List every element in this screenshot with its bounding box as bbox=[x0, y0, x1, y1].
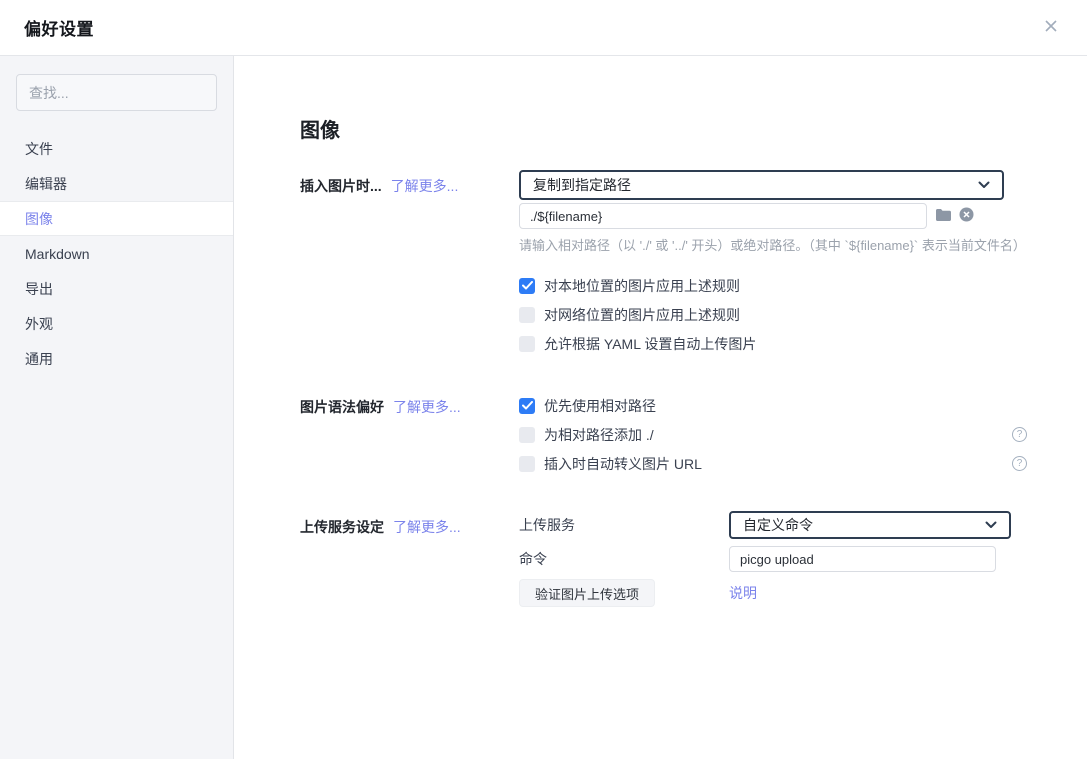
folder-icon bbox=[935, 208, 952, 225]
upload-service-label: 上传服务设定 bbox=[300, 519, 384, 535]
image-settings-panel: 图像 插入图片时... 了解更多... 复制到指定路径 bbox=[234, 56, 1087, 759]
insert-image-label: 插入图片时... bbox=[300, 178, 382, 194]
apply-network-images-checkbox[interactable] bbox=[519, 307, 535, 323]
command-input[interactable] bbox=[729, 546, 996, 572]
sidebar: 文件 编辑器 图像 Markdown 导出 外观 通用 bbox=[0, 56, 234, 759]
add-dot-slash-checkbox[interactable] bbox=[519, 427, 535, 443]
sidebar-item-file[interactable]: 文件 bbox=[0, 131, 233, 166]
chevron-down-icon bbox=[985, 521, 997, 529]
insert-mode-value: 复制到指定路径 bbox=[533, 175, 631, 195]
clear-path-button[interactable] bbox=[959, 207, 974, 225]
insert-image-section: 插入图片时... 了解更多... 复制到指定路径 bbox=[300, 170, 1087, 352]
yaml-auto-upload-row[interactable]: 允许根据 YAML 设置自动上传图片 bbox=[519, 335, 1027, 352]
sidebar-item-markdown[interactable]: Markdown bbox=[0, 236, 233, 271]
apply-local-images-row[interactable]: 对本地位置的图片应用上述规则 bbox=[519, 277, 1027, 294]
add-dot-slash-label: 为相对路径添加 ./ bbox=[544, 425, 654, 445]
insert-mode-select[interactable]: 复制到指定路径 bbox=[519, 170, 1004, 200]
upload-service-value: 自定义命令 bbox=[743, 515, 813, 535]
close-button[interactable] bbox=[1039, 16, 1063, 40]
upload-service-label-group: 上传服务设定了解更多... bbox=[300, 511, 519, 607]
copy-path-input[interactable] bbox=[519, 203, 927, 229]
insert-learn-more-link[interactable]: 了解更多... bbox=[391, 178, 459, 194]
insert-image-label-group: 插入图片时... 了解更多... bbox=[300, 170, 519, 352]
prefer-relative-path-label: 优先使用相对路径 bbox=[544, 396, 656, 416]
prefer-relative-path-checkbox[interactable] bbox=[519, 398, 535, 414]
validate-upload-button[interactable]: 验证图片上传选项 bbox=[519, 579, 655, 607]
image-syntax-label-group: 图片语法偏好了解更多... bbox=[300, 397, 519, 472]
browse-folder-button[interactable] bbox=[935, 208, 952, 225]
apply-local-images-checkbox[interactable] bbox=[519, 278, 535, 294]
yaml-auto-upload-checkbox[interactable] bbox=[519, 336, 535, 352]
sidebar-item-general[interactable]: 通用 bbox=[0, 341, 233, 376]
search-input[interactable] bbox=[16, 74, 217, 111]
command-field-label: 命令 bbox=[519, 549, 729, 569]
window-title: 偏好设置 bbox=[24, 15, 94, 40]
close-icon bbox=[1042, 17, 1060, 38]
preferences-window: 偏好设置 文件 编辑器 图像 Markdown 导出 外观 通用 图像 插入图片… bbox=[0, 0, 1087, 760]
upload-doc-link[interactable]: 说明 bbox=[729, 583, 757, 603]
path-hint-text: 请输入相对路径（以 './' 或 '../' 开头）或绝对路径。（其中 `${f… bbox=[519, 237, 1087, 255]
escape-url-checkbox[interactable] bbox=[519, 456, 535, 472]
image-syntax-label: 图片语法偏好 bbox=[300, 399, 384, 415]
help-icon[interactable]: ? bbox=[1012, 427, 1027, 442]
prefer-relative-path-row[interactable]: 优先使用相对路径 bbox=[519, 397, 1027, 414]
upload-learn-more-link[interactable]: 了解更多... bbox=[393, 519, 461, 535]
apply-network-images-label: 对网络位置的图片应用上述规则 bbox=[544, 305, 740, 325]
clear-icon bbox=[959, 207, 974, 225]
upload-service-select[interactable]: 自定义命令 bbox=[729, 511, 1011, 539]
upload-service-field-label: 上传服务 bbox=[519, 515, 729, 535]
apply-network-images-row[interactable]: 对网络位置的图片应用上述规则 bbox=[519, 306, 1027, 323]
syntax-learn-more-link[interactable]: 了解更多... bbox=[393, 399, 461, 415]
upload-service-section: 上传服务设定了解更多... 上传服务 自定义命令 命令 bbox=[300, 511, 1087, 607]
titlebar: 偏好设置 bbox=[0, 0, 1087, 56]
sidebar-item-export[interactable]: 导出 bbox=[0, 271, 233, 306]
escape-url-row[interactable]: 插入时自动转义图片 URL ? bbox=[519, 455, 1027, 472]
sidebar-item-editor[interactable]: 编辑器 bbox=[0, 166, 233, 201]
sidebar-item-appearance[interactable]: 外观 bbox=[0, 306, 233, 341]
help-icon[interactable]: ? bbox=[1012, 456, 1027, 471]
chevron-down-icon bbox=[978, 181, 990, 189]
image-syntax-section: 图片语法偏好了解更多... 优先使用相对路径 bbox=[300, 397, 1087, 472]
sidebar-item-image[interactable]: 图像 bbox=[0, 201, 233, 236]
yaml-auto-upload-label: 允许根据 YAML 设置自动上传图片 bbox=[544, 334, 756, 354]
page-title: 图像 bbox=[300, 117, 1087, 145]
add-dot-slash-row[interactable]: 为相对路径添加 ./ ? bbox=[519, 426, 1027, 443]
escape-url-label: 插入时自动转义图片 URL bbox=[544, 454, 702, 474]
apply-local-images-label: 对本地位置的图片应用上述规则 bbox=[544, 276, 740, 296]
